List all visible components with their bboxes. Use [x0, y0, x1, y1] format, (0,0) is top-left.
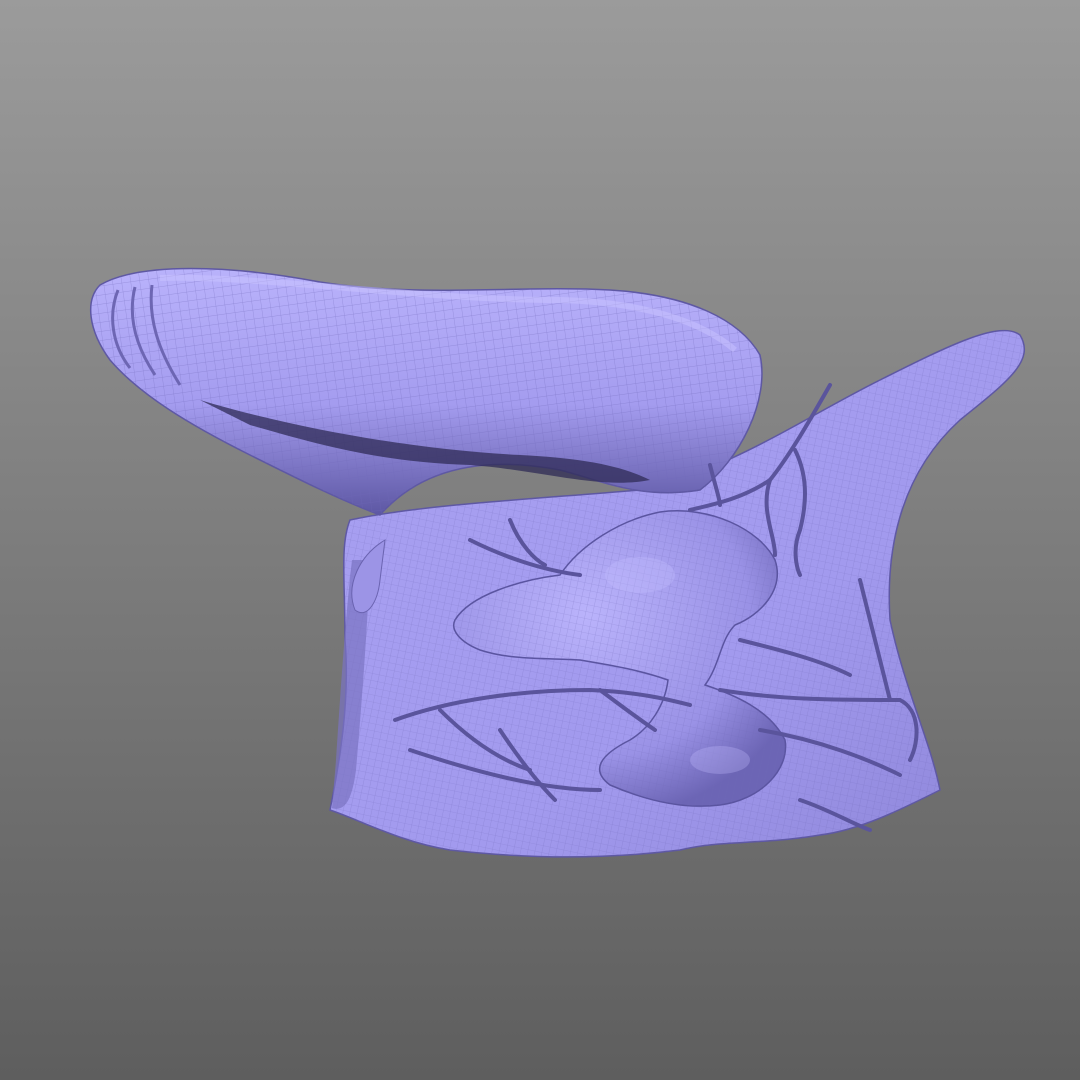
3d-viewport[interactable] [0, 0, 1080, 1080]
viewport-canvas[interactable] [0, 0, 1080, 1080]
mesh-horn[interactable] [89, 267, 763, 516]
